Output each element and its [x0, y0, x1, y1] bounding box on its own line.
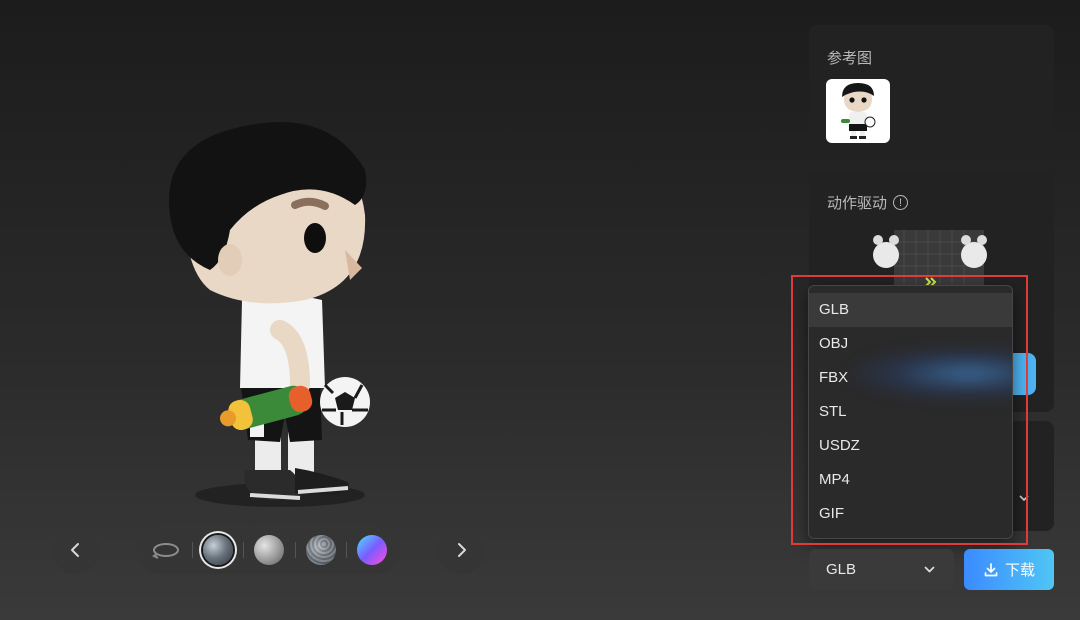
format-option[interactable]: MP4	[809, 463, 1012, 497]
prev-button[interactable]	[52, 526, 100, 574]
format-dropdown-menu: GLB OBJ FBX STL USDZ MP4 GIF	[808, 285, 1013, 539]
next-button[interactable]	[437, 526, 485, 574]
download-icon	[984, 562, 998, 576]
motion-title-row: 动作驱动 !	[827, 192, 909, 213]
divider	[345, 542, 347, 558]
format-option[interactable]: FBX	[809, 361, 1012, 395]
chevron-down-icon	[924, 566, 935, 573]
download-label: 下载	[1004, 562, 1035, 579]
material-bar	[137, 526, 400, 574]
stone-sphere-icon[interactable]	[305, 535, 336, 565]
chevron-left-icon	[71, 543, 79, 557]
download-button[interactable]: 下载	[964, 549, 1054, 590]
reference-thumbnail[interactable]	[826, 79, 890, 143]
model-viewport[interactable]	[0, 0, 780, 620]
motion-preview-thumbnail[interactable]	[864, 230, 999, 290]
format-option[interactable]: GIF	[809, 497, 1012, 531]
motion-title: 动作驱动	[827, 195, 888, 212]
character-3d-model[interactable]	[130, 110, 410, 530]
motion-action-button[interactable]	[1009, 353, 1036, 395]
rotate-icon[interactable]	[150, 538, 182, 562]
reference-card: 参考图	[809, 25, 1054, 160]
format-select-value: GLB	[826, 561, 857, 578]
format-option[interactable]: GLB	[809, 293, 1012, 327]
format-select[interactable]: GLB	[809, 549, 954, 590]
divider	[243, 542, 245, 558]
chevron-down-icon[interactable]	[1017, 491, 1031, 505]
divider	[192, 542, 194, 558]
format-option[interactable]: OBJ	[809, 327, 1012, 361]
matte-sphere-icon[interactable]	[254, 535, 285, 565]
metal-sphere-icon[interactable]	[203, 535, 234, 565]
gradient-sphere-icon[interactable]	[356, 535, 387, 565]
format-option[interactable]: STL	[809, 395, 1012, 429]
reference-title: 参考图	[827, 50, 873, 67]
format-option[interactable]: USDZ	[809, 429, 1012, 463]
divider	[294, 542, 296, 558]
chevron-right-icon	[458, 543, 466, 557]
info-icon[interactable]: !	[893, 195, 909, 210]
